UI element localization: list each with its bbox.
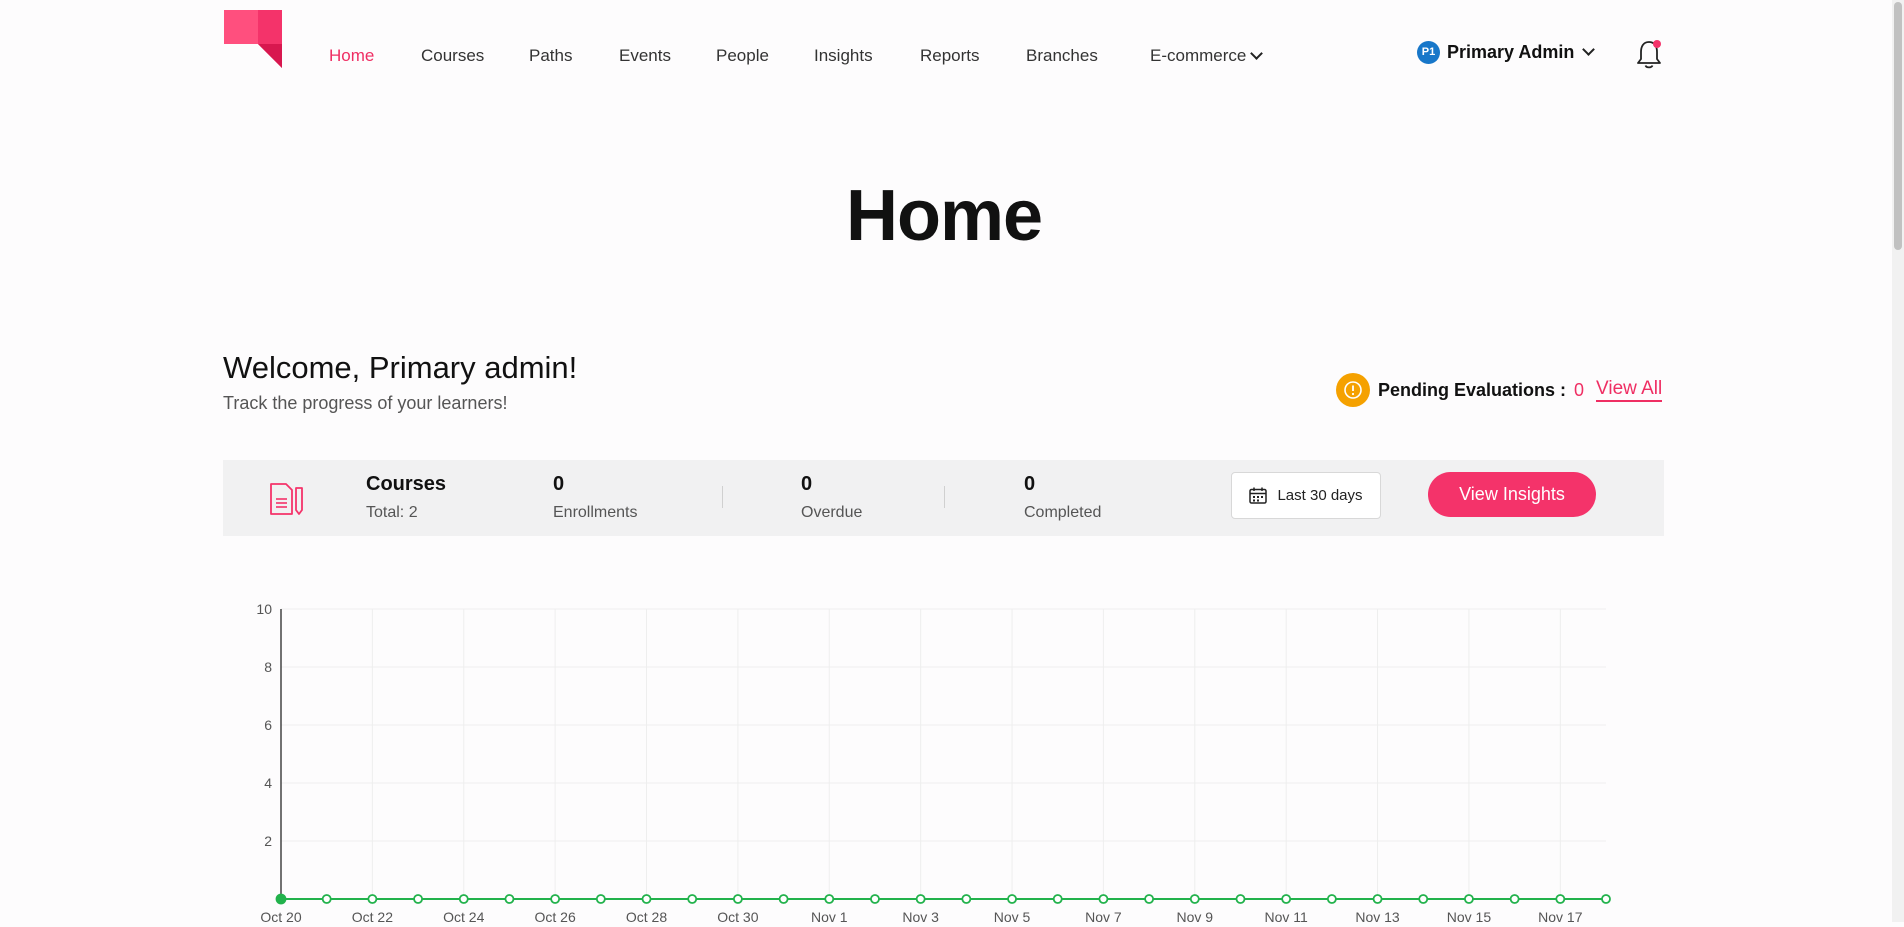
completed-label: Completed xyxy=(1024,504,1102,521)
x-tick-label: Nov 7 xyxy=(1085,909,1122,922)
data-point xyxy=(1281,894,1292,904)
nav-branches[interactable]: Branches xyxy=(1026,46,1098,66)
nav-people[interactable]: People xyxy=(716,46,769,66)
date-range-button[interactable]: Last 30 days xyxy=(1231,472,1381,519)
avatar: P1 xyxy=(1417,40,1440,64)
data-point xyxy=(961,894,972,904)
data-point xyxy=(1418,894,1429,904)
data-point xyxy=(915,894,926,904)
nav-ecommerce-label: E-commerce xyxy=(1150,46,1247,65)
enrollments-value: 0 xyxy=(553,473,565,495)
data-point xyxy=(1235,894,1246,904)
divider xyxy=(944,486,945,508)
x-tick-label: Nov 9 xyxy=(1177,909,1214,922)
welcome-heading: Welcome, Primary admin! xyxy=(223,350,578,385)
x-tick-label: Nov 3 xyxy=(902,909,939,922)
y-tick-label: 2 xyxy=(264,833,272,849)
data-point xyxy=(550,894,561,904)
data-point xyxy=(367,894,378,904)
data-point xyxy=(778,894,789,904)
courses-document-icon xyxy=(268,482,304,516)
data-point xyxy=(1509,894,1520,904)
nav-paths[interactable]: Paths xyxy=(529,46,572,66)
data-point xyxy=(458,894,469,904)
scrollbar-thumb[interactable] xyxy=(1894,2,1902,250)
x-tick-label: Oct 26 xyxy=(535,909,576,922)
user-menu[interactable]: P1 Primary Admin xyxy=(1417,40,1596,64)
view-insights-button[interactable]: View Insights xyxy=(1428,472,1596,517)
data-point xyxy=(1326,894,1337,904)
data-point xyxy=(275,893,287,905)
enrollments-label: Enrollments xyxy=(553,504,638,521)
data-point xyxy=(1555,894,1566,904)
alert-icon xyxy=(1336,373,1370,407)
data-point xyxy=(1007,894,1017,904)
enrollments-line-chart: 2 4 6 8 10 Oct 20 Oct 22 Oct 24 Oct 26 Oct 28 Oct … xyxy=(240,595,1620,925)
x-tick-label: Nov 17 xyxy=(1538,909,1583,922)
divider xyxy=(722,486,723,508)
data-point xyxy=(1601,894,1611,904)
page-scrollbar[interactable] xyxy=(1892,0,1904,922)
nav-courses[interactable]: Courses xyxy=(421,46,484,66)
data-point xyxy=(1464,894,1474,904)
data-point xyxy=(1052,894,1063,904)
user-name: Primary Admin xyxy=(1447,41,1575,62)
x-tick-label: Nov 1 xyxy=(811,909,848,922)
nav-reports[interactable]: Reports xyxy=(920,46,980,66)
calendar-icon xyxy=(1249,487,1268,504)
x-tick-label: Oct 30 xyxy=(717,909,758,922)
data-point xyxy=(413,894,423,904)
view-all-link[interactable]: View All xyxy=(1596,378,1663,402)
nav-ecommerce[interactable]: E-commerce xyxy=(1150,46,1264,66)
x-tick-label: Nov 13 xyxy=(1355,909,1400,922)
courses-title: Courses xyxy=(366,473,447,495)
data-point xyxy=(321,894,332,904)
nav-insights[interactable]: Insights xyxy=(814,46,873,66)
y-tick-label: 10 xyxy=(256,601,272,617)
pending-evaluations: Pending Evaluations : 0 View All xyxy=(1336,373,1663,407)
data-point xyxy=(1189,894,1200,904)
pending-label: Pending Evaluations : xyxy=(1378,379,1567,400)
chevron-down-icon xyxy=(1250,47,1264,60)
courses-total: Total: 2 xyxy=(366,504,418,521)
x-tick-label: Nov 5 xyxy=(994,909,1031,922)
y-tick-label: 6 xyxy=(264,717,272,733)
data-point xyxy=(1098,894,1109,904)
x-tick-label: Oct 22 xyxy=(352,909,393,922)
data-point xyxy=(687,894,698,904)
x-tick-label: Oct 24 xyxy=(443,909,484,922)
x-tick-label: Oct 20 xyxy=(260,909,301,922)
notifications-bell-icon[interactable] xyxy=(1634,38,1664,70)
y-tick-label: 8 xyxy=(264,659,272,675)
data-point xyxy=(824,894,835,904)
data-point xyxy=(1144,894,1155,904)
nav-events[interactable]: Events xyxy=(619,46,671,66)
courses-stats-bar: Courses Total: 2 0 Enrollments 0 Overdue… xyxy=(223,460,1664,536)
x-tick-label: Nov 15 xyxy=(1447,909,1492,922)
chart-svg: 2 4 6 8 10 Oct 20 Oct 22 Oct 24 Oct 26 Oct 28 Oct … xyxy=(256,601,1611,925)
y-tick-label: 4 xyxy=(264,775,272,791)
app-logo[interactable] xyxy=(224,10,282,68)
data-point xyxy=(641,894,652,904)
overdue-label: Overdue xyxy=(801,504,863,521)
x-tick-label: Oct 28 xyxy=(626,909,667,922)
nav-home[interactable]: Home xyxy=(329,46,374,66)
page-title: Home xyxy=(845,176,1043,256)
overdue-value: 0 xyxy=(801,473,813,495)
chevron-down-icon xyxy=(1582,42,1596,56)
completed-value: 0 xyxy=(1024,473,1036,495)
data-point xyxy=(732,894,743,904)
data-point xyxy=(870,894,880,904)
x-tick-label: Nov 11 xyxy=(1265,909,1309,922)
data-point xyxy=(595,894,606,904)
pending-count: 0 xyxy=(1574,379,1585,400)
data-point xyxy=(504,894,515,904)
data-point xyxy=(1372,894,1383,904)
welcome-subtext: Track the progress of your learners! xyxy=(223,393,508,413)
date-range-label: Last 30 days xyxy=(1277,487,1363,504)
